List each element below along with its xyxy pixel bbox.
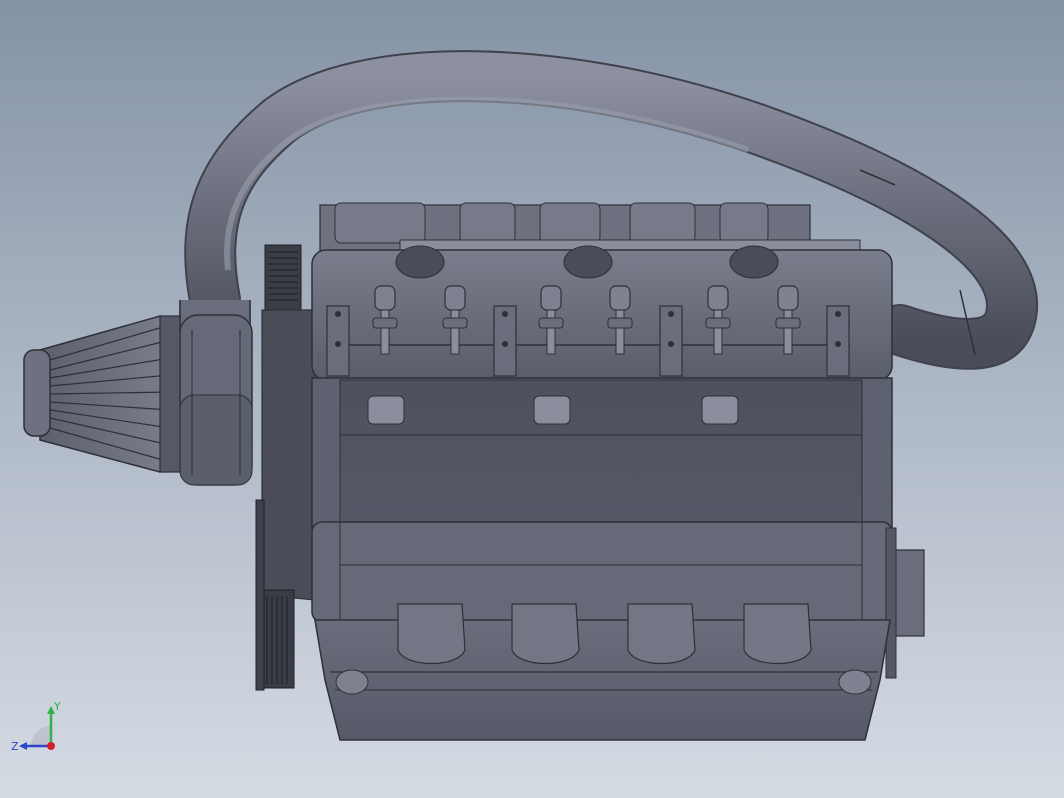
timing-gear-upper — [264, 244, 302, 312]
triad-quarter-disc — [31, 726, 51, 746]
triad-z-label: Z — [11, 740, 19, 753]
intake-elbow — [179, 314, 253, 486]
timing-belt-cover — [261, 309, 316, 601]
triad-x-axis-dot — [47, 742, 55, 750]
oil-pan — [314, 603, 891, 741]
graphics-viewport[interactable]: Y Z — [0, 0, 1064, 798]
engine-block — [311, 377, 893, 529]
triad-y-label: Y — [53, 700, 61, 713]
engine-model[interactable] — [0, 0, 1064, 798]
cylinder-head — [311, 245, 893, 381]
output-shaft — [885, 527, 925, 679]
air-filter — [23, 315, 181, 473]
view-orientation-triad[interactable]: Y Z — [8, 698, 68, 758]
